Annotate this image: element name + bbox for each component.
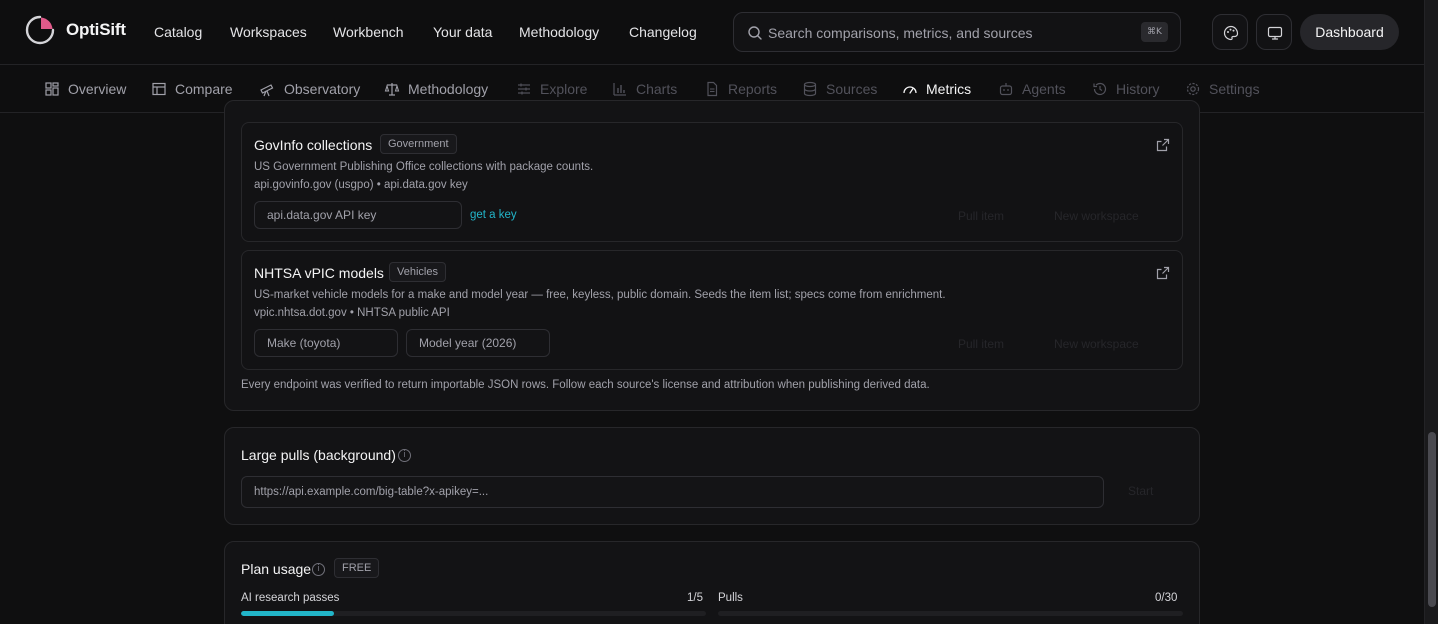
- tab-label: Overview: [68, 81, 127, 97]
- start-pull-button[interactable]: Start: [1128, 484, 1153, 498]
- pull-item-button[interactable]: Pull item: [958, 209, 1004, 223]
- usage-label-ai-research: AI research passes: [241, 592, 340, 604]
- source-meta: api.govinfo.gov (usgpo) • api.data.gov k…: [254, 179, 468, 191]
- brand-name[interactable]: OptiSift: [66, 20, 126, 40]
- make-input[interactable]: Make (toyota): [254, 329, 398, 357]
- pull-item-button[interactable]: Pull item: [958, 337, 1004, 351]
- model-year-input[interactable]: Model year (2026): [406, 329, 550, 357]
- source-meta: vpic.nhtsa.dot.gov • NHTSA public API: [254, 307, 450, 319]
- nav-workbench[interactable]: Workbench: [333, 24, 404, 40]
- nav-changelog[interactable]: Changelog: [629, 24, 697, 40]
- tab-label: Settings: [1209, 81, 1260, 97]
- new-workspace-button[interactable]: New workspace: [1054, 337, 1139, 351]
- usage-value-ai-research: 1/5: [687, 592, 703, 604]
- search-placeholder: Search comparisons, metrics, and sources: [768, 25, 1033, 41]
- history-icon: [1093, 82, 1107, 96]
- usage-label-pulls: Pulls: [718, 592, 743, 604]
- api-key-input[interactable]: api.data.gov API key: [254, 201, 462, 229]
- scale-icon: [384, 83, 400, 96]
- gear-icon: [1186, 82, 1200, 96]
- tab-label: Agents: [1022, 81, 1066, 97]
- tab-label: Sources: [826, 81, 878, 97]
- external-link-icon[interactable]: [1156, 266, 1170, 280]
- bot-icon: [999, 83, 1013, 96]
- info-icon[interactable]: i: [398, 449, 411, 462]
- tab-overview[interactable]: Overview: [44, 65, 126, 113]
- palette-icon: [1223, 25, 1239, 41]
- nav-methodology[interactable]: Methodology: [519, 24, 599, 40]
- source-card-govinfo: GovInfo collections Government US Govern…: [241, 122, 1183, 242]
- usage-bar-pulls: [718, 611, 1183, 616]
- nav-workspaces[interactable]: Workspaces: [230, 24, 307, 40]
- plan-badge: FREE: [334, 558, 380, 578]
- tab-label: Compare: [175, 81, 233, 97]
- source-card-nhtsa: NHTSA vPIC models Vehicles US-market veh…: [241, 250, 1183, 370]
- gauge-icon: [903, 86, 917, 94]
- scrollbar-thumb[interactable]: [1428, 432, 1436, 607]
- grid-icon: [45, 82, 59, 96]
- tab-label: Reports: [728, 81, 778, 97]
- source-description: US-market vehicle models for a make and …: [254, 289, 946, 301]
- external-link-icon[interactable]: [1156, 138, 1170, 152]
- tab-label: History: [1116, 81, 1160, 97]
- search-icon: [748, 26, 762, 40]
- table-icon: [152, 82, 166, 96]
- tab-compare[interactable]: Compare: [151, 65, 233, 113]
- sources-footnote: Every endpoint was verified to return im…: [241, 379, 930, 391]
- tab-label: Methodology: [408, 81, 489, 97]
- dashboard-button[interactable]: Dashboard: [1300, 14, 1399, 50]
- sliders-icon: [518, 83, 530, 95]
- telescope-icon: [260, 84, 274, 97]
- nav-catalog[interactable]: Catalog: [154, 24, 202, 40]
- theme-palette-button[interactable]: [1212, 14, 1248, 50]
- monitor-icon: [1267, 26, 1283, 40]
- bar-chart-icon: [613, 83, 626, 96]
- search-shortcut-badge: ⌘K: [1141, 22, 1168, 42]
- source-title: NHTSA vPIC models: [254, 265, 384, 281]
- page-scrollbar[interactable]: [1424, 0, 1438, 624]
- database-icon: [803, 81, 817, 97]
- nav-your-data[interactable]: Your data: [433, 24, 492, 40]
- usage-value-pulls: 0/30: [1155, 592, 1178, 604]
- tab-label: Observatory: [284, 81, 361, 97]
- tab-label: Charts: [636, 81, 678, 97]
- usage-bar-ai-research: [241, 611, 706, 616]
- plan-usage-title: Plan usage: [241, 561, 312, 577]
- usage-fill: [241, 611, 334, 616]
- tab-label: Metrics: [926, 81, 972, 97]
- source-description: US Government Publishing Office collecti…: [254, 161, 594, 173]
- search-input[interactable]: Search comparisons, metrics, and sources…: [733, 12, 1181, 52]
- top-bar: OptiSift Catalog Workspaces Workbench Yo…: [0, 0, 1424, 65]
- document-icon: [707, 81, 718, 97]
- info-icon[interactable]: i: [312, 563, 325, 576]
- large-pull-url-input[interactable]: https://api.example.com/big-table?x-apik…: [241, 476, 1104, 508]
- display-mode-button[interactable]: [1256, 14, 1292, 50]
- optisift-logo-icon[interactable]: [24, 14, 56, 46]
- large-pulls-title: Large pulls (background): [241, 447, 396, 463]
- tab-label: Explore: [540, 81, 588, 97]
- get-key-link[interactable]: get a key: [470, 209, 517, 221]
- source-title: GovInfo collections: [254, 137, 373, 153]
- category-badge: Government: [380, 134, 457, 154]
- new-workspace-button[interactable]: New workspace: [1054, 209, 1139, 223]
- category-badge: Vehicles: [389, 262, 446, 282]
